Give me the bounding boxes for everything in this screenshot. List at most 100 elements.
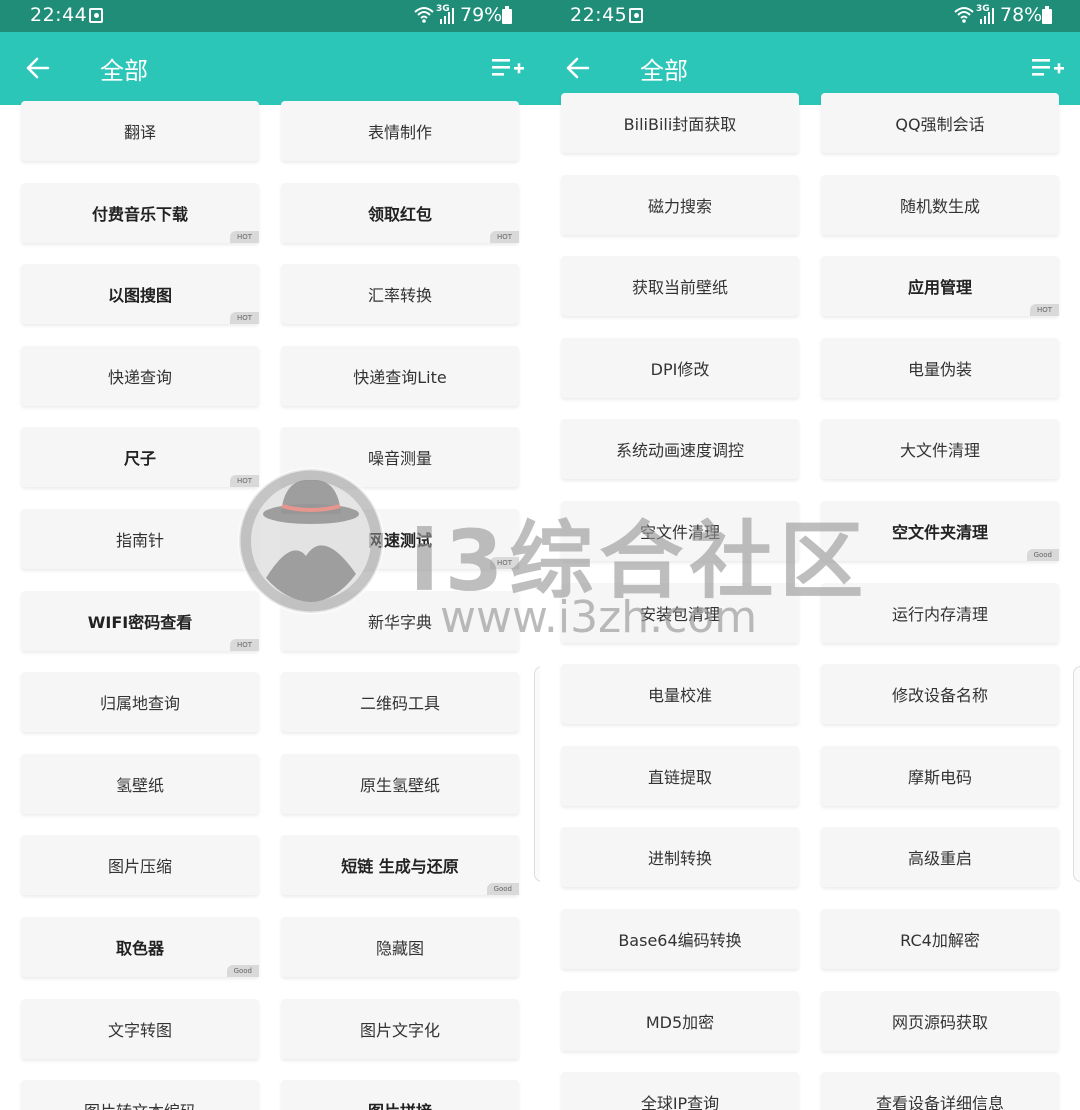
tool-card-label: 尺子 <box>123 449 156 469</box>
tool-card-label: 快递查询 <box>107 367 172 387</box>
tool-card-label: 应用管理 <box>907 278 972 298</box>
tool-card-label: 翻译 <box>123 123 156 142</box>
tool-card[interactable]: 电量伪装 <box>821 337 1059 398</box>
tool-card-label: 网页源码获取 <box>891 1012 988 1032</box>
tool-card[interactable]: 氢壁纸 <box>21 753 259 814</box>
tool-card[interactable]: 图片文字化 <box>281 998 519 1059</box>
tool-card-label: 短链 生成与还原 <box>341 857 459 877</box>
tool-card[interactable]: 文字转图 <box>21 998 259 1059</box>
tool-card[interactable]: Base64编码转换 <box>561 909 799 969</box>
tool-card-label: 大文件清理 <box>899 441 980 461</box>
back-arrow-icon[interactable] <box>564 54 592 82</box>
tool-card-label: 隐藏图 <box>375 939 424 958</box>
tool-card-label: 指南针 <box>115 531 164 550</box>
tool-card[interactable]: 图片转文本编码 <box>21 1080 259 1110</box>
tool-card[interactable]: MD5加密 <box>561 990 799 1051</box>
page-title: 全部 <box>100 57 148 85</box>
tag-badge: HOT <box>229 230 259 243</box>
tool-card[interactable]: 表情制作 <box>281 101 519 161</box>
playlist-add-icon[interactable] <box>1032 54 1064 82</box>
tool-card[interactable]: 图片压缩 <box>21 835 259 896</box>
signal-icon <box>980 8 994 24</box>
tag-badge: Good <box>226 965 259 977</box>
tool-card[interactable]: 付费音乐下载 HOT <box>21 182 259 243</box>
tool-card[interactable]: WIFI密码查看 HOT <box>21 590 259 651</box>
tool-card-label: 电量校准 <box>647 686 712 706</box>
tool-card-label: 图片拼接 <box>368 1098 432 1110</box>
tag-badge: HOT <box>229 638 259 651</box>
page-title: 全部 <box>640 57 688 85</box>
tool-card-label: DPI修改 <box>650 359 710 379</box>
tool-card[interactable]: 归属地查询 <box>21 672 259 733</box>
tool-card[interactable]: 翻译 <box>21 101 259 161</box>
tool-card[interactable]: 进制转换 <box>561 827 799 888</box>
tool-card[interactable]: 高级重启 <box>821 827 1059 888</box>
tool-card[interactable]: 磁力搜索 <box>561 174 799 235</box>
battery-icon <box>502 6 512 24</box>
tool-card-label: RC4加解密 <box>900 931 980 950</box>
tool-card-label: 图片转文本编码 <box>84 1098 196 1110</box>
tool-card[interactable]: 原生氢壁纸 <box>281 753 519 814</box>
tool-card[interactable]: 网页源码获取 <box>821 990 1059 1051</box>
tool-card[interactable]: 领取红包 HOT <box>281 182 519 243</box>
tool-card[interactable]: 图片拼接 <box>281 1080 519 1110</box>
status-time: 22:44 <box>30 4 88 26</box>
tool-card[interactable]: 以图搜图 HOT <box>21 264 259 325</box>
tool-card[interactable]: 短链 生成与还原 Good <box>281 835 519 896</box>
tool-card-label: 取色器 <box>115 939 164 958</box>
tool-card[interactable]: 应用管理 HOT <box>821 256 1059 317</box>
tool-card[interactable]: 查看设备详细信息 <box>821 1072 1059 1110</box>
tool-card-label: 文字转图 <box>107 1020 172 1040</box>
tool-card-label: 电量伪装 <box>907 359 972 379</box>
tool-card[interactable]: 取色器 Good <box>21 917 259 977</box>
tool-card-label: 快递查询Lite <box>353 367 447 387</box>
tool-card-label: QQ强制会话 <box>895 115 985 134</box>
tool-card[interactable]: 修改设备名称 <box>821 664 1059 725</box>
tool-card-label: BiliBili封面获取 <box>623 115 737 134</box>
back-arrow-icon[interactable] <box>24 54 52 82</box>
tag-badge: Good <box>1026 549 1059 561</box>
tool-card[interactable]: 大文件清理 <box>821 419 1059 480</box>
tag-badge: HOT <box>489 230 519 243</box>
battery-percent: 79% <box>460 4 503 26</box>
tool-card[interactable]: 指南针 <box>21 509 259 569</box>
tool-card-label: MD5加密 <box>645 1012 715 1032</box>
tool-card-label: 付费音乐下载 <box>91 204 188 224</box>
tool-card[interactable]: 快递查询 <box>21 345 259 406</box>
tool-card[interactable]: 电量校准 <box>561 664 799 725</box>
tool-card-label: 汇率转换 <box>367 286 432 306</box>
tool-card[interactable]: 直链提取 <box>561 745 799 806</box>
side-panel-handle[interactable] <box>1073 666 1080 882</box>
wifi-icon <box>414 7 434 23</box>
tool-card[interactable]: 摩斯电码 <box>821 745 1059 806</box>
tool-card[interactable]: 获取当前壁纸 <box>561 256 799 317</box>
tag-badge: HOT <box>229 312 259 325</box>
tool-card-label: 磁力搜索 <box>647 196 712 216</box>
tool-card-label: WIFI密码查看 <box>87 612 193 632</box>
tool-card-label: 原生氢壁纸 <box>359 775 440 795</box>
battery-icon <box>1042 6 1052 24</box>
tool-card[interactable]: 噪音测量 <box>281 427 519 488</box>
screenshot-notification-icon <box>629 8 643 23</box>
tool-card-label: 获取当前壁纸 <box>631 278 728 298</box>
app-toolbar: 全部 <box>0 32 540 105</box>
tool-card[interactable]: 二维码工具 <box>281 672 519 733</box>
tool-card[interactable]: 随机数生成 <box>821 174 1059 235</box>
wifi-icon <box>954 7 974 23</box>
tool-card[interactable]: QQ强制会话 <box>821 93 1059 153</box>
playlist-add-icon[interactable] <box>492 54 524 82</box>
tool-card[interactable]: RC4加解密 <box>821 909 1059 969</box>
tool-card[interactable]: 尺子 HOT <box>21 427 259 488</box>
tool-card-label: 高级重启 <box>907 849 972 869</box>
tool-card-label: 图片压缩 <box>107 857 172 877</box>
tool-card[interactable]: BiliBili封面获取 <box>561 93 799 153</box>
tool-card-label: 空文件夹清理 <box>891 523 988 542</box>
tool-card[interactable]: 全球IP查询 <box>561 1072 799 1110</box>
tool-card[interactable]: 汇率转换 <box>281 264 519 325</box>
tool-card[interactable]: 快递查询Lite <box>281 345 519 406</box>
tool-card[interactable]: 隐藏图 <box>281 917 519 977</box>
tag-badge: HOT <box>1029 304 1059 317</box>
tool-card[interactable]: DPI修改 <box>561 337 799 398</box>
tool-card[interactable]: 系统动画速度调控 <box>561 419 799 480</box>
tool-card-label: Base64编码转换 <box>618 931 742 950</box>
